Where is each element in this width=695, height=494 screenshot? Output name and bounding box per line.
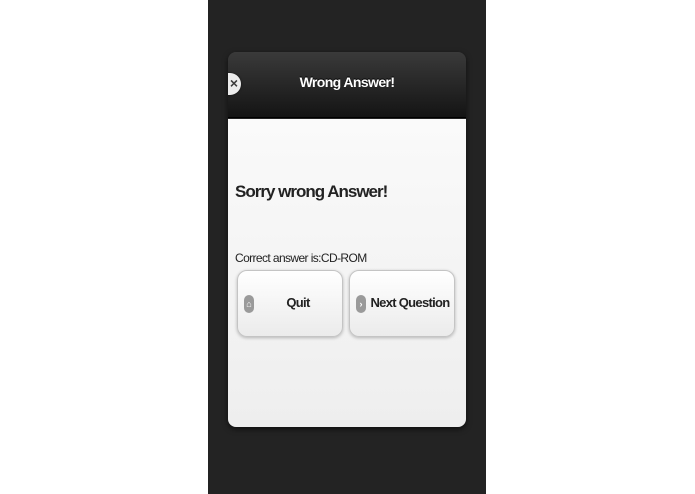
dialog-header: × Wrong Answer!	[228, 52, 466, 118]
arrow-right-icon: ›	[356, 295, 366, 313]
correct-answer-text: Correct answer is:CD-ROM	[235, 251, 367, 265]
wrong-answer-dialog: × Wrong Answer! Sorry wrong Answer! Corr…	[228, 52, 466, 427]
next-question-button[interactable]: › Next Question	[349, 270, 455, 337]
quit-button-label: Quit	[286, 295, 310, 310]
app-screen: × Wrong Answer! Sorry wrong Answer! Corr…	[208, 0, 486, 494]
home-icon: ⌂	[244, 295, 254, 313]
result-heading: Sorry wrong Answer!	[235, 182, 388, 201]
quit-button[interactable]: ⌂ Quit	[237, 270, 343, 337]
dialog-title: Wrong Answer!	[299, 74, 395, 90]
next-question-button-label: Next Question	[370, 295, 450, 310]
